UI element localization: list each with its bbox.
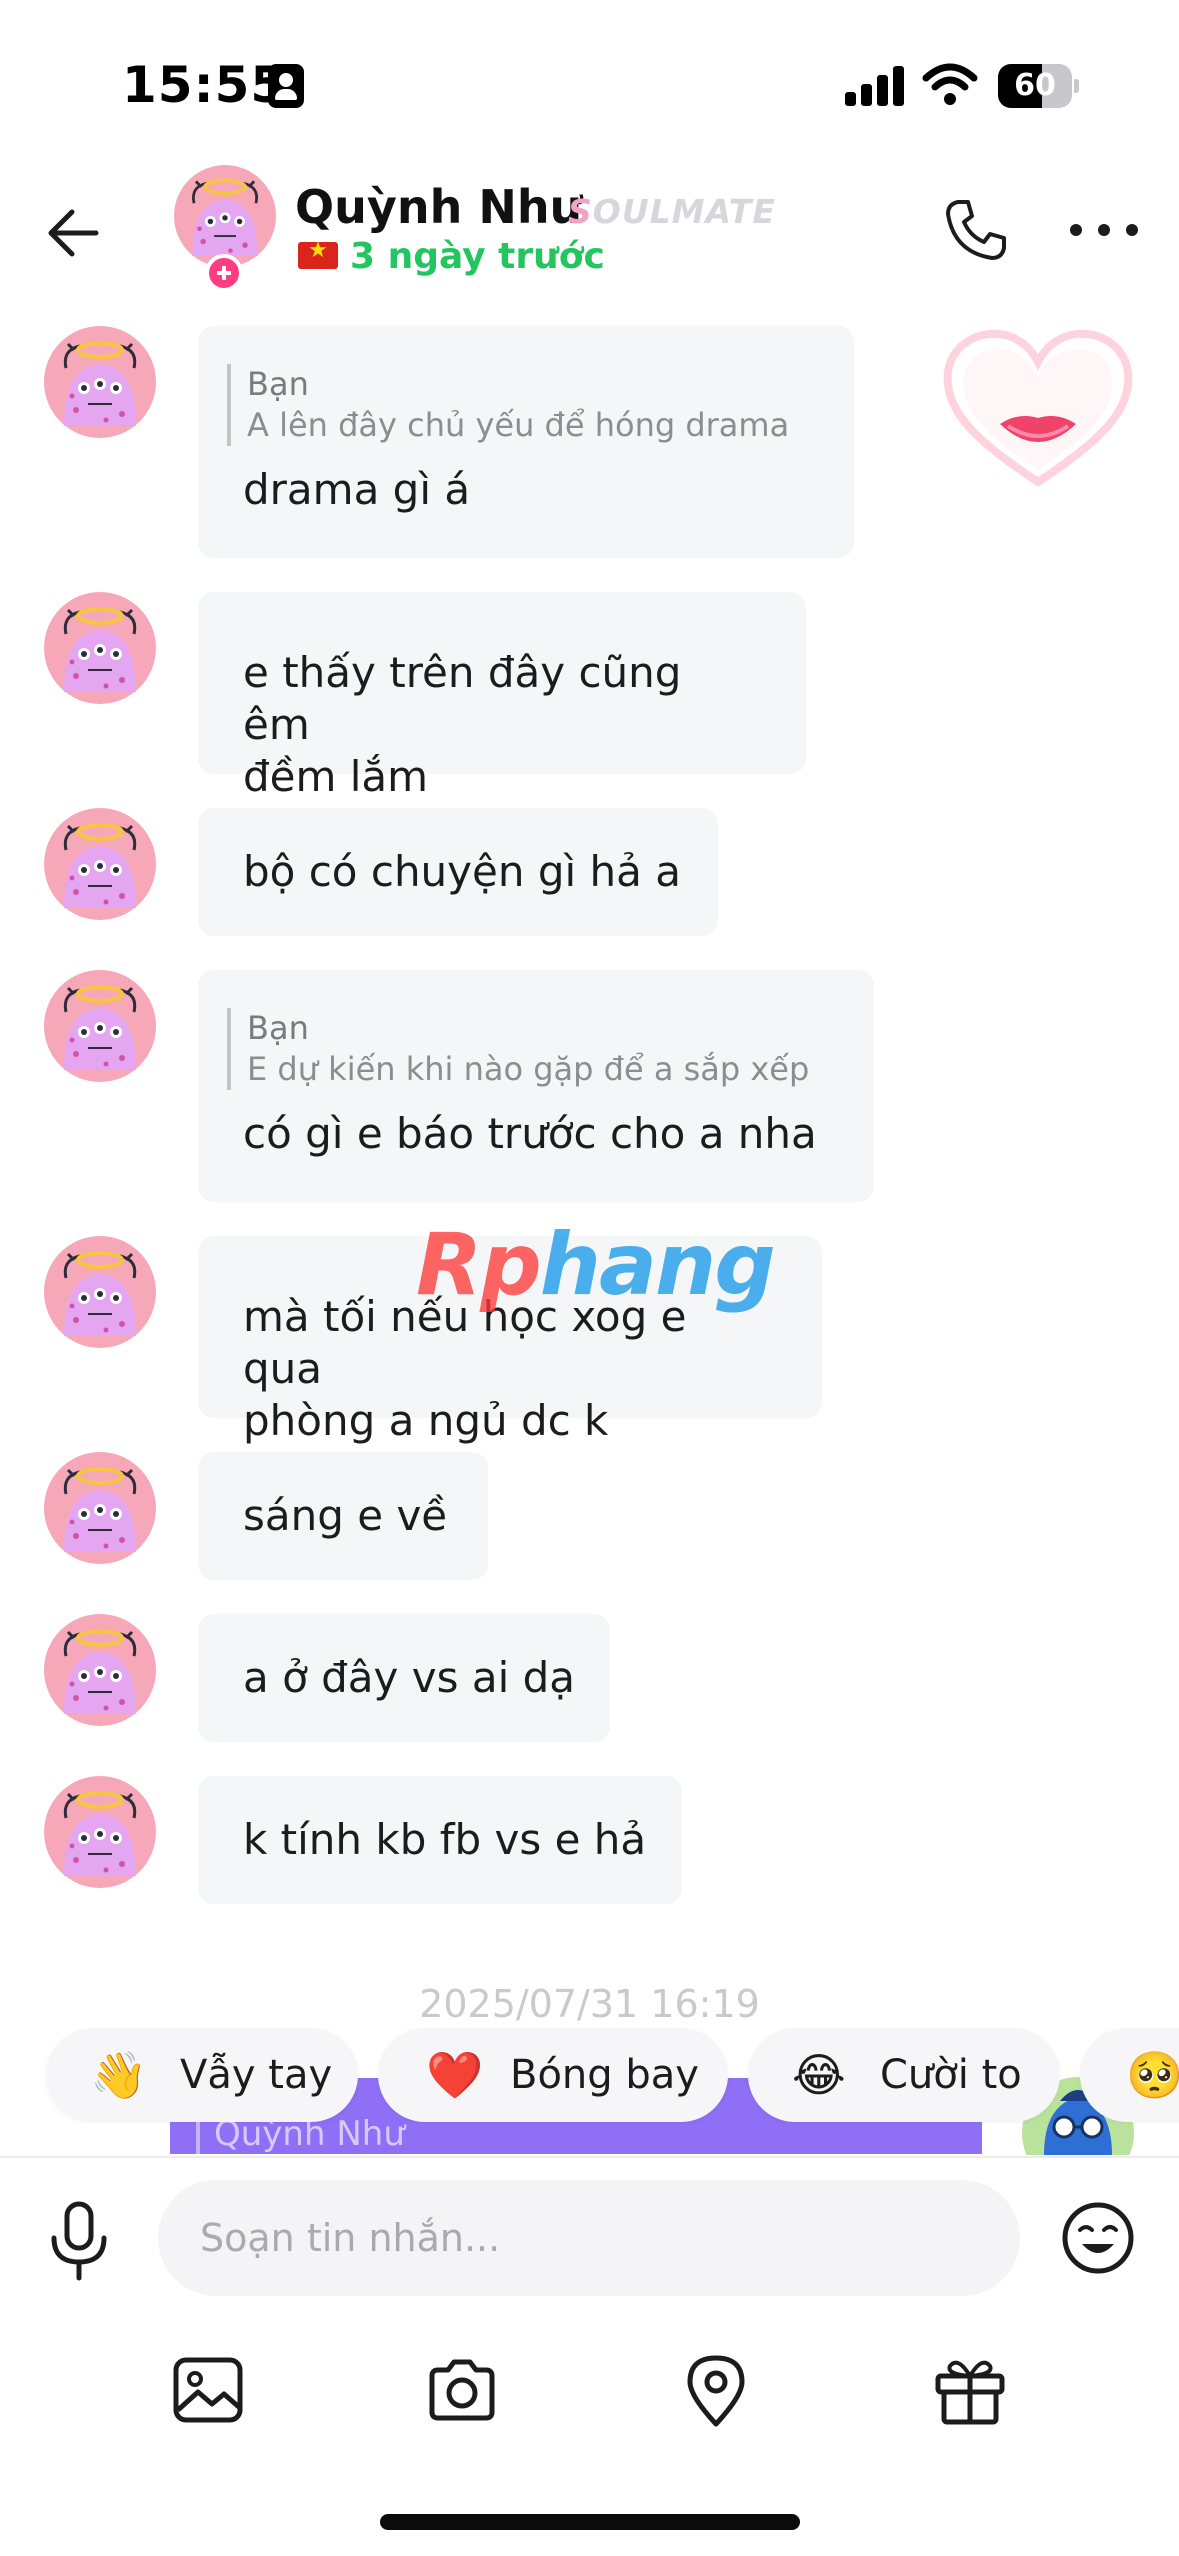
quick-reply-laugh[interactable]: 😂 Cười to [748,2028,1060,2122]
quick-reply-pleading[interactable]: 🥺 [1080,2028,1179,2122]
quick-reply-label: Vẫy tay [180,2052,333,2098]
soulmate-badge: SOULMATE [568,192,776,231]
quick-reply-bar: 👋 Vẫy tay ❤️ Bóng bay 😂 Cười to 🥺 [0,2028,1179,2124]
heart-sticker[interactable] [938,322,1138,492]
message-bubble[interactable]: Bạn A lên đây chủ yếu để hóng drama dram… [198,326,854,558]
message-text: k tính kb fb vs e hả [243,1815,647,1864]
pleading-face-icon: 🥺 [1126,2048,1179,2102]
status-bar: 15:55 60 [0,0,1179,150]
date-separator: 2025/07/31 16:19 [419,1982,760,2026]
contact-avatar[interactable] [174,165,276,267]
sender-avatar[interactable] [44,1452,156,1564]
back-arrow-icon[interactable] [40,198,110,268]
message-text: a ở đây vs ai dạ [243,1653,575,1702]
last-seen-status: 3 ngày trước [350,236,605,277]
quick-reply-label: Cười to [880,2052,1022,2098]
message-text: drama gì á [243,465,471,514]
waving-hand-icon: 👋 [90,2048,148,2102]
sender-avatar[interactable] [44,592,156,704]
home-indicator[interactable] [380,2514,800,2530]
sender-avatar[interactable] [44,1614,156,1726]
quick-reply-wave[interactable]: 👋 Vẫy tay [46,2028,358,2122]
message-input[interactable] [200,2210,960,2266]
contact-card-icon [268,64,304,108]
message-bubble[interactable]: k tính kb fb vs e hả [198,1776,682,1904]
message-bubble[interactable]: e thấy trên đây cũng êm đềm lắm [198,592,806,801]
message-text: bộ có chuyện gì hả a [243,847,681,896]
quick-reply-balloon[interactable]: ❤️ Bóng bay [378,2028,728,2122]
watermark-logo: Rphang [416,1215,776,1315]
heart-icon: ❤️ [426,2048,484,2102]
sender-avatar[interactable] [44,1776,156,1888]
message-bubble[interactable]: a ở đây vs ai dạ [198,1614,610,1742]
wifi-icon [922,63,978,105]
message-text: có gì e báo trước cho a nha [243,1109,817,1158]
battery-icon: 60 [998,64,1079,108]
message-text: e thấy trên đây cũng êm đềm lắm [243,648,682,801]
sender-avatar[interactable] [44,1236,156,1348]
contact-name[interactable]: Quỳnh Như [295,180,582,234]
sender-avatar[interactable] [44,970,156,1082]
gift-icon[interactable] [932,2352,1008,2428]
battery-level: 60 [1014,68,1056,103]
message-bubble[interactable]: sáng e về [198,1452,488,1580]
image-icon[interactable] [170,2352,246,2428]
cellular-signal-icon [845,66,905,106]
emoji-picker-icon[interactable] [1060,2200,1136,2276]
status-time: 15:55 [122,56,287,114]
sender-avatar[interactable] [44,808,156,920]
quote-text: E dự kiến khi nào gặp để a sắp xếp [247,1050,810,1088]
quote-author: Bạn [247,1009,309,1047]
quote-text: A lên đây chủ yếu để hóng drama [247,406,790,444]
phone-call-icon[interactable] [940,194,1012,266]
laughing-face-icon: 😂 [792,2048,846,2102]
microphone-icon[interactable] [44,2198,114,2284]
camera-icon[interactable] [424,2352,500,2428]
vietnam-flag-icon [298,238,338,269]
location-icon[interactable] [678,2352,754,2428]
chat-header: Quỳnh Như SOULMATE 3 ngày trước [0,150,1179,320]
add-friend-icon[interactable] [205,254,243,292]
reply-quote: Bạn E dự kiến khi nào gặp để a sắp xếp [227,1008,829,1090]
message-composer[interactable] [158,2180,1020,2296]
message-bubble[interactable]: bộ có chuyện gì hả a [198,808,718,936]
sender-avatar[interactable] [44,326,156,438]
composer-divider [0,2156,1179,2158]
message-bubble[interactable]: Bạn E dự kiến khi nào gặp để a sắp xếp c… [198,970,874,1202]
quick-reply-label: Bóng bay [510,2052,699,2098]
quote-author: Bạn [247,365,309,403]
message-text: sáng e về [243,1491,448,1540]
more-options-icon[interactable] [1070,224,1138,238]
reply-quote: Bạn A lên đây chủ yếu để hóng drama [227,364,809,446]
